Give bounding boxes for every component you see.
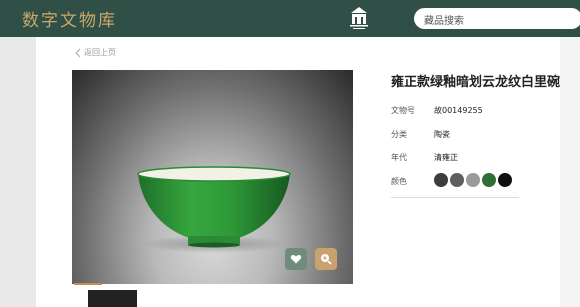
back-label: 返回上页 xyxy=(84,48,116,57)
museum-gate-icon[interactable] xyxy=(348,6,370,32)
search-input[interactable]: 藏品搜索 xyxy=(414,8,580,29)
color-swatches xyxy=(434,173,512,187)
color-swatch[interactable] xyxy=(466,173,480,187)
divider xyxy=(391,197,519,198)
zoom-in-icon xyxy=(321,254,332,265)
zoom-button[interactable] xyxy=(315,248,337,270)
color-swatch[interactable] xyxy=(482,173,496,187)
left-gutter xyxy=(0,37,36,307)
favorite-button[interactable] xyxy=(285,248,307,270)
field-label: 分类 xyxy=(391,130,407,139)
field-label: 颜色 xyxy=(391,177,407,186)
top-bar: 数字文物库 藏品搜索 xyxy=(0,0,580,37)
chevron-left-icon xyxy=(75,48,81,57)
field-value: 故00149255 xyxy=(434,106,483,115)
site-logo[interactable]: 数字文物库 xyxy=(22,6,117,31)
gallery-thumbnail[interactable] xyxy=(88,290,137,307)
back-link[interactable]: 返回上页 xyxy=(74,47,116,58)
field-value: 陶瓷 xyxy=(434,130,450,139)
heart-icon xyxy=(290,255,302,264)
field-label: 年代 xyxy=(391,153,407,162)
bowl-image xyxy=(137,166,291,253)
color-swatch[interactable] xyxy=(434,173,448,187)
search-placeholder: 藏品搜索 xyxy=(424,16,464,27)
artifact-photo[interactable] xyxy=(72,70,353,284)
gallery-indicator xyxy=(74,283,102,285)
color-swatch[interactable] xyxy=(450,173,464,187)
artifact-title: 雍正款绿釉暗划云龙纹白里碗 xyxy=(391,75,561,90)
field-value: 清雍正 xyxy=(434,153,458,162)
color-swatch[interactable] xyxy=(498,173,512,187)
field-label: 文物号 xyxy=(391,106,415,115)
